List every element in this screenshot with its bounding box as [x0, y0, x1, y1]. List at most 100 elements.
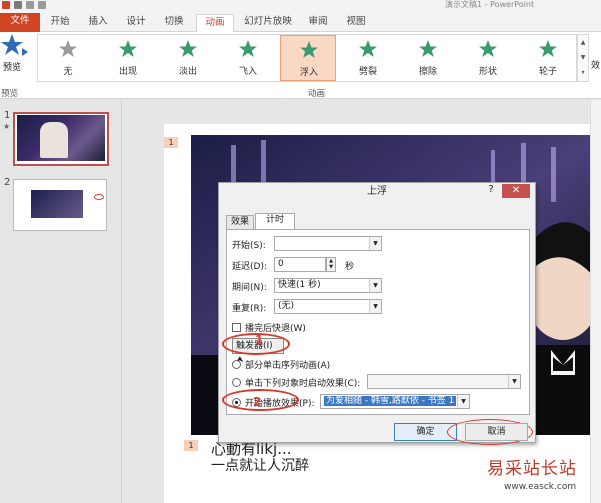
editor-scrollbar[interactable]	[590, 100, 601, 503]
slide-number-1: 1	[4, 110, 11, 121]
effect-options-label[interactable]: 效	[591, 58, 600, 71]
duration-label: 期间(N):	[232, 283, 267, 293]
tab-timing[interactable]: 计时	[255, 213, 295, 230]
animation-option[interactable]: 淡出	[160, 35, 216, 81]
watermark-url: www.easck.com	[504, 482, 577, 492]
cancel-button[interactable]: 取消	[465, 423, 528, 441]
gallery-more-icon[interactable]: ▾	[578, 65, 588, 80]
lyric-line-1: 心動有likj...	[211, 440, 292, 458]
animation-option-label: 出现	[118, 67, 137, 77]
site-watermark: 易采站长站 www.easck.com	[470, 446, 601, 503]
tab-view[interactable]: 视图	[340, 14, 372, 32]
lyrics-textbox[interactable]: 心動有likj... 一点就让人沉醉	[211, 441, 309, 475]
tab-insert[interactable]: 插入	[82, 14, 114, 32]
thumbnail-photo	[31, 190, 83, 218]
chevron-down-icon: ▼	[369, 279, 381, 292]
animation-option[interactable]: 轮子	[520, 35, 576, 81]
annotation-number-1: 1	[255, 333, 264, 347]
animation-option[interactable]: 飞入	[220, 35, 276, 81]
close-button[interactable]: ✕	[502, 184, 530, 198]
star-icon	[59, 40, 77, 57]
tab-file[interactable]: 文件	[0, 13, 40, 32]
undo-icon[interactable]	[26, 1, 34, 9]
sequence-label: 部分单击序列动画(A)	[245, 361, 331, 371]
watermark-name: 易采站长站	[487, 459, 577, 479]
animation-option[interactable]: 劈裂	[340, 35, 396, 81]
star-icon	[119, 40, 137, 57]
chevron-up-icon[interactable]: ▲	[578, 35, 588, 50]
annotation-number-2: 2	[253, 395, 262, 409]
start-dropdown[interactable]: ▼	[274, 236, 382, 251]
powerpoint-icon	[2, 1, 10, 9]
duration-dropdown[interactable]: 快速(1 秒) ▼	[274, 278, 382, 293]
bookmark-dropdown[interactable]: 为爱相随 - 韩雪,路默依 - 书签 1 ▼	[320, 394, 470, 409]
gallery-scrollbar[interactable]: ▲ ▼ ▾	[577, 34, 589, 82]
repeat-label: 重复(R):	[232, 304, 267, 314]
star-icon	[239, 40, 257, 57]
animation-option[interactable]: 擦除	[400, 35, 456, 81]
animation-gallery: 无 出现 淡出 飞入 浮入 劈裂 擦除 形状 轮子	[37, 34, 577, 82]
animation-option-label: 劈裂	[358, 67, 377, 77]
slide-thumbnail-1[interactable]	[13, 112, 109, 166]
chevron-down-icon: ▼	[457, 395, 469, 408]
tab-animations[interactable]: 动画	[196, 14, 234, 33]
animation-option-label: 淡出	[178, 67, 197, 77]
chevron-down-icon[interactable]: ▼	[578, 50, 588, 65]
tab-review[interactable]: 审阅	[302, 14, 334, 32]
delay-label: 延迟(D):	[232, 262, 267, 272]
title-bar: 演示文稿1 - PowerPoint	[0, 0, 601, 11]
chevron-down-icon: ▼	[508, 375, 520, 388]
animation-dialog: 上浮 ? ✕ 效果 计时 开始(S): ▼ 延迟(D): 0 ▲ ▼ 秒 期间(N…	[218, 182, 536, 445]
animation-star-marker: ★	[3, 122, 11, 131]
slide-number-2: 2	[4, 177, 11, 188]
sequence-radio[interactable]	[232, 360, 241, 369]
tab-effect[interactable]: 效果	[226, 215, 254, 229]
click-object-label: 单击下列对象时启动效果(C):	[245, 379, 361, 389]
animation-tag[interactable]: 1	[164, 137, 178, 148]
start-label: 开始(S):	[232, 241, 266, 251]
animation-option-label: 轮子	[538, 67, 557, 77]
chevron-down-icon: ▼	[369, 300, 381, 313]
preview-button[interactable]: 预览	[0, 32, 30, 84]
thumbnail-annotation	[94, 194, 104, 200]
animation-option-label: 飞入	[238, 67, 257, 77]
redo-icon[interactable]	[38, 1, 46, 9]
ribbon-tabs: 文件 开始 插入 设计 切换 动画 幻灯片放映 审阅 视图	[0, 11, 601, 33]
animation-option-label: 无	[63, 67, 73, 77]
delay-input[interactable]: 0	[274, 257, 326, 272]
animation-option[interactable]: 浮入	[280, 35, 336, 81]
thumbnail-couple	[40, 122, 68, 158]
delay-unit: 秒	[345, 262, 355, 272]
rewind-checkbox[interactable]	[232, 323, 241, 332]
star-icon	[300, 41, 318, 58]
tab-design[interactable]: 设计	[120, 14, 152, 32]
slides-pane: 1 ★ 2	[0, 100, 122, 503]
tab-home[interactable]: 开始	[44, 14, 76, 32]
animation-option-label: 浮入	[299, 68, 318, 78]
star-icon	[179, 40, 197, 57]
preview-star-icon	[1, 34, 28, 56]
help-button[interactable]: ?	[485, 184, 497, 198]
click-object-dropdown[interactable]: ▼	[367, 374, 521, 389]
animation-option[interactable]: 形状	[460, 35, 516, 81]
click-object-radio[interactable]	[232, 378, 241, 387]
lyric-line-2: 一点就让人沉醉	[211, 458, 309, 474]
star-icon	[359, 40, 377, 57]
star-icon	[479, 40, 497, 57]
animation-option[interactable]: 无	[40, 35, 96, 81]
star-icon	[539, 40, 557, 57]
animation-option-label: 擦除	[418, 67, 437, 77]
preview-label: 预览	[3, 63, 22, 73]
chevron-down-icon: ▼	[369, 237, 381, 250]
animation-option[interactable]: 出现	[100, 35, 156, 81]
animation-option-label: 形状	[478, 67, 497, 77]
repeat-dropdown[interactable]: (无) ▼	[274, 299, 382, 314]
slide-thumbnail-2[interactable]	[13, 179, 107, 231]
star-icon	[419, 40, 437, 57]
tab-slideshow[interactable]: 幻灯片放映	[240, 14, 296, 32]
save-icon[interactable]	[14, 1, 22, 9]
animation-tag[interactable]: 1	[184, 440, 198, 451]
preview-group-label: 预览	[1, 89, 19, 99]
delay-stepper[interactable]: ▲ ▼	[326, 257, 336, 272]
tab-transitions[interactable]: 切换	[158, 14, 190, 32]
